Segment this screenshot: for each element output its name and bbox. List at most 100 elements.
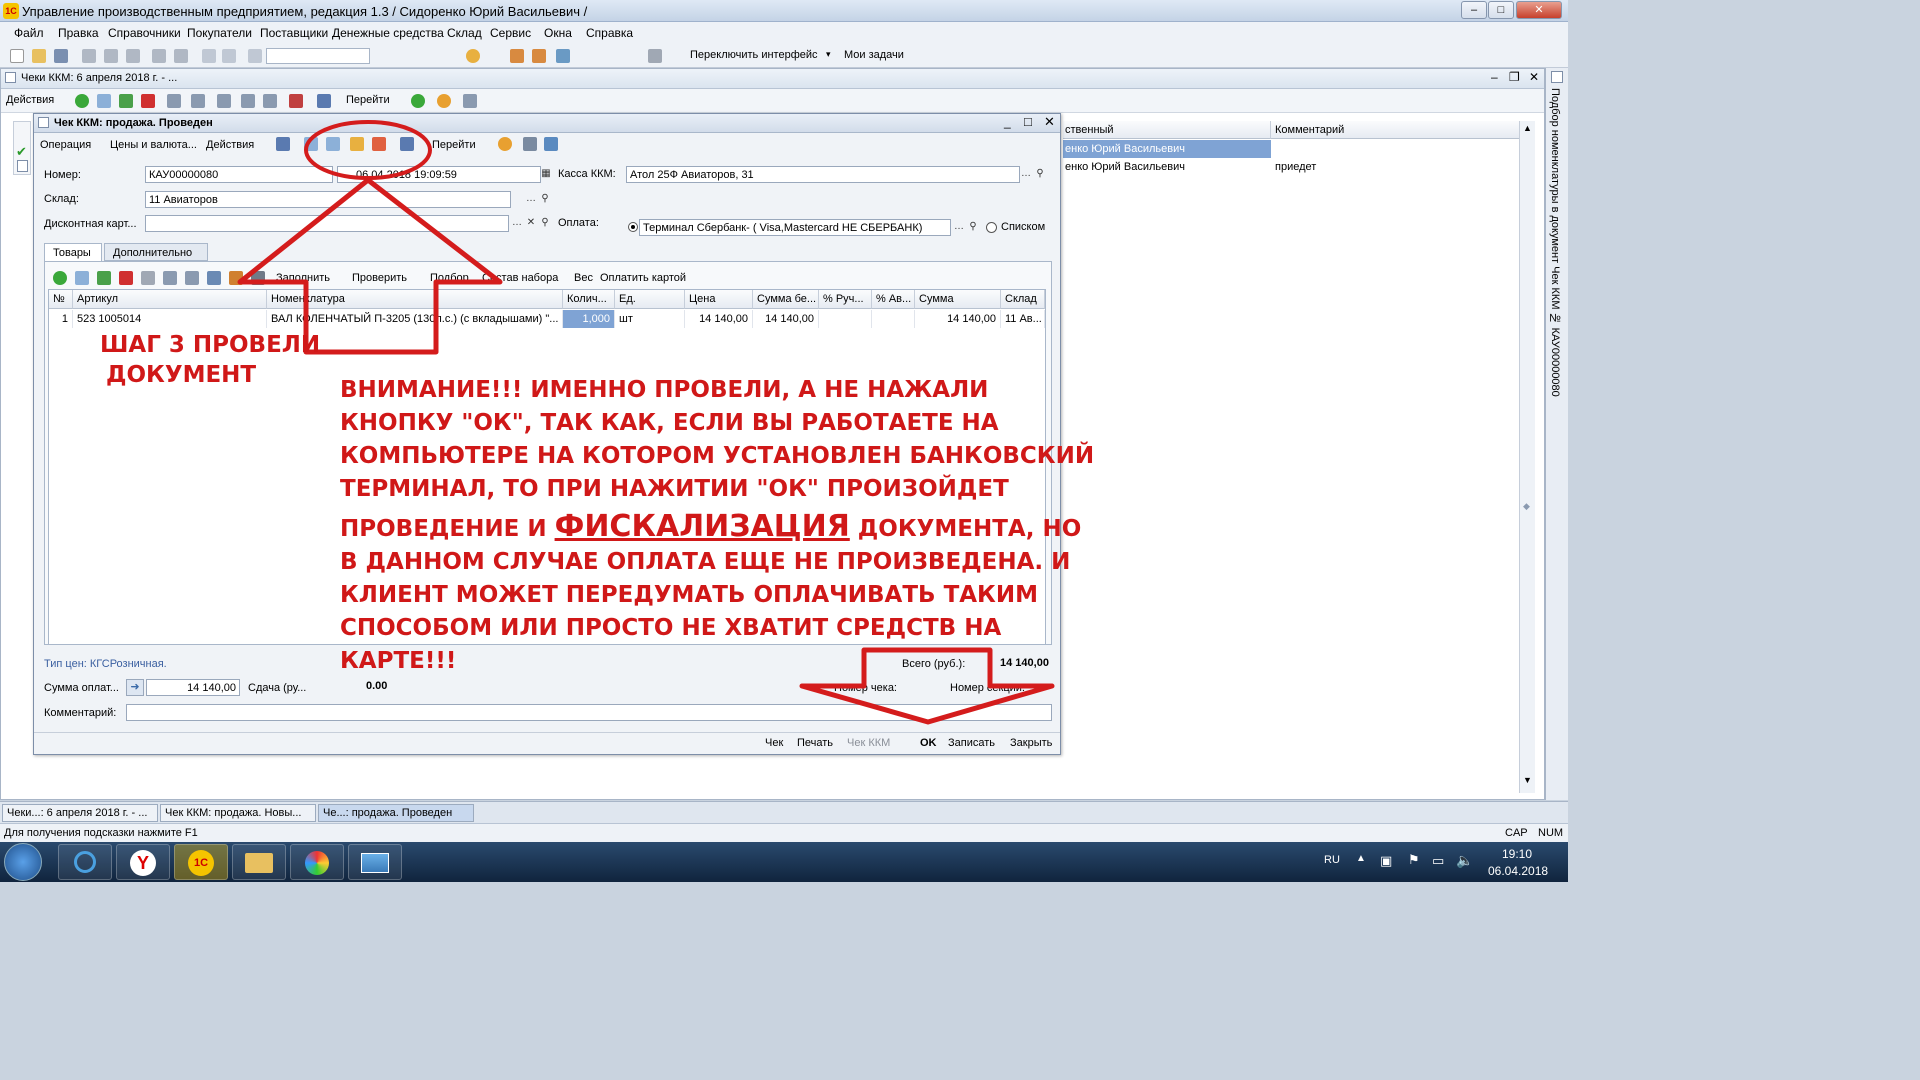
search-icon[interactable] [248, 49, 262, 63]
cell-num[interactable]: 1 [49, 310, 73, 328]
save-icon[interactable] [54, 49, 68, 63]
barcode-icon[interactable] [251, 271, 265, 285]
scroll-up-icon[interactable]: ▲ [1523, 123, 1532, 133]
maximize-button[interactable]: □ [1488, 1, 1514, 19]
column-header-warehouse[interactable]: Склад [1001, 290, 1045, 309]
search-icon[interactable]: ⚲ [1033, 168, 1047, 182]
menu-file[interactable]: Файл [14, 26, 44, 40]
dialog-maximize-button[interactable]: □ [1024, 114, 1032, 129]
switch-interface-button[interactable]: Переключить интерфейс [690, 49, 818, 61]
close-dialog-button[interactable]: Закрыть [1010, 737, 1052, 749]
chevron-down-icon[interactable]: ▾ [826, 49, 831, 60]
print-button[interactable]: Печать [797, 737, 833, 749]
taskbar-app-1c-icon[interactable]: 1С [174, 844, 228, 880]
display-tray-icon[interactable]: ▭ [1432, 853, 1444, 869]
find-icon[interactable] [191, 94, 205, 108]
column-header-unit[interactable]: Ед. [615, 290, 685, 309]
copy-icon[interactable] [97, 94, 111, 108]
taskbar-app-yandex-icon[interactable]: Y [116, 844, 170, 880]
settings-icon[interactable] [648, 49, 662, 63]
add-icon[interactable] [75, 94, 89, 108]
menu-warehouse[interactable]: Склад [447, 26, 482, 40]
table-row[interactable]: енко Юрий Васильевич [1063, 140, 1271, 158]
cell-manual-pct[interactable] [819, 310, 872, 328]
number-field[interactable]: КАУ00000080 [145, 166, 333, 183]
goto-menu[interactable]: Перейти [346, 94, 390, 106]
prices-currency-button[interactable]: Цены и валюта... [110, 139, 197, 151]
preview-icon[interactable] [174, 49, 188, 63]
post-document-icon[interactable] [350, 137, 364, 151]
add-row-icon[interactable] [53, 271, 67, 285]
actions-menu[interactable]: Действия [6, 94, 54, 106]
taskbar-app-explorer-icon[interactable] [232, 844, 286, 880]
minimize-button[interactable]: – [1461, 1, 1487, 19]
redo-icon[interactable] [222, 49, 236, 63]
filter-list-icon[interactable] [241, 94, 255, 108]
column-header-sum-without[interactable]: Сумма бе... [753, 290, 819, 309]
cell-unit[interactable]: шт [615, 310, 685, 328]
check-menu[interactable]: Проверить [352, 272, 407, 284]
search-icon[interactable]: ⚲ [538, 217, 552, 231]
table-row[interactable]: енко Юрий Васильевич [1063, 158, 1271, 176]
clear-button[interactable]: ✕ [524, 217, 538, 231]
column-header-price[interactable]: Цена [685, 290, 753, 309]
search-input[interactable] [266, 48, 370, 64]
tab-additional[interactable]: Дополнительно [104, 243, 208, 261]
date-field[interactable]: 06.04.2018 19:09:59 [337, 166, 541, 183]
subordinate-icon[interactable] [400, 137, 414, 151]
edit-icon[interactable] [119, 94, 133, 108]
close-button[interactable]: ✕ [1516, 1, 1562, 19]
help-icon[interactable] [498, 137, 512, 151]
select-button[interactable]: … [1019, 168, 1033, 182]
taskbar-app-paint-icon[interactable] [290, 844, 344, 880]
pay-by-card-button[interactable]: Оплатить картой [600, 272, 686, 284]
sort-desc-icon[interactable] [229, 271, 243, 285]
move-up-icon[interactable] [163, 271, 177, 285]
refresh-icon[interactable] [411, 94, 425, 108]
list-radio[interactable] [986, 222, 997, 233]
window-tab-checks-list[interactable]: Чеки...: 6 апреля 2018 г. - ... [2, 804, 158, 822]
print-icon[interactable] [152, 49, 166, 63]
payment-radio[interactable] [628, 222, 638, 232]
column-header-comment[interactable]: Комментарий [1271, 121, 1521, 139]
calendar-icon[interactable] [532, 49, 546, 63]
save-button[interactable]: Записать [948, 737, 995, 749]
column-header-responsible[interactable]: ственный [1063, 121, 1271, 139]
help-icon[interactable] [437, 94, 451, 108]
discount-field[interactable] [145, 215, 509, 232]
filter-icon[interactable] [217, 94, 231, 108]
network-tray-icon[interactable]: ▣ [1380, 853, 1392, 869]
column-header-sum[interactable]: Сумма [915, 290, 1001, 309]
tree-view-icon[interactable] [544, 137, 558, 151]
cell-sum-without[interactable]: 14 140,00 [753, 310, 819, 328]
start-button[interactable] [4, 843, 42, 881]
arrow-right-icon[interactable]: ➜ [126, 679, 144, 696]
tab-goods[interactable]: Товары [44, 243, 102, 262]
print-icon[interactable] [463, 94, 477, 108]
taskbar-app-teamviewer-icon[interactable] [58, 844, 112, 880]
delete-row-icon[interactable] [119, 271, 133, 285]
kit-composition-button[interactable]: Состав набора [482, 272, 558, 284]
fill-menu[interactable]: Заполнить [276, 272, 330, 284]
cell-qty[interactable]: 1,000 [563, 310, 615, 328]
dialog-close-button[interactable]: ✕ [1044, 114, 1055, 130]
menu-cash[interactable]: Денежные средства [332, 26, 444, 40]
taskbar-app-viewer-icon[interactable] [348, 844, 402, 880]
volume-icon[interactable]: 🔈 [1456, 852, 1473, 869]
paste-icon[interactable] [126, 49, 140, 63]
my-tasks-button[interactable]: Мои задачи [844, 49, 904, 61]
scroll-down-icon[interactable]: ▼ [1523, 775, 1532, 785]
ok-button[interactable]: OK [920, 737, 937, 749]
column-header-article[interactable]: Артикул [73, 290, 267, 309]
search-icon[interactable]: ⚲ [538, 193, 552, 207]
cell-sum[interactable]: 14 140,00 [915, 310, 1001, 328]
structure-icon[interactable] [276, 137, 290, 151]
column-header-num[interactable]: № [49, 290, 73, 309]
select-button[interactable]: … [510, 217, 524, 231]
menu-help[interactable]: Справка [586, 26, 633, 40]
cell-nomenclature[interactable]: ВАЛ КОЛЕНЧАТЫЙ П-3205 (130л.с.) (с вклад… [267, 310, 563, 328]
sklad-field[interactable]: 11 Авиаторов [145, 191, 511, 208]
actions-menu[interactable]: Действия [206, 139, 254, 151]
tools-icon[interactable] [556, 49, 570, 63]
selection-button[interactable]: Подбор [430, 272, 469, 284]
